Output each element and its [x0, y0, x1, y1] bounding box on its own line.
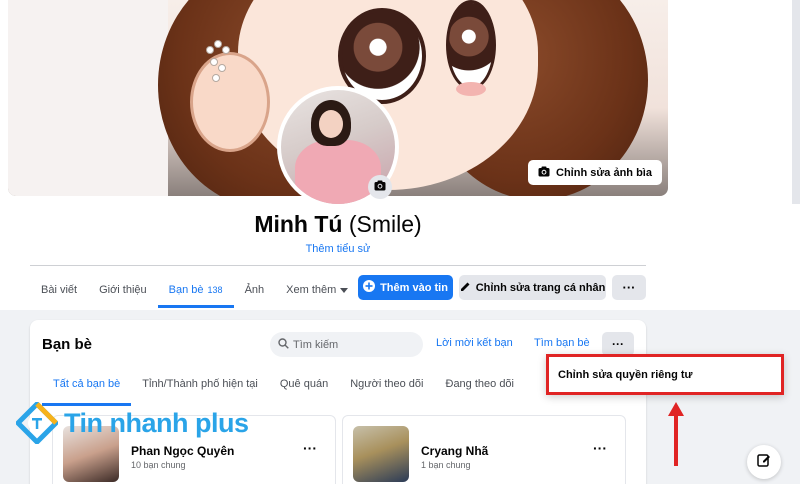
watermark: Tin nhanh plus: [14, 400, 249, 446]
caret-down-icon: [340, 284, 349, 296]
tab-friends[interactable]: Bạn bè 138: [157, 272, 234, 308]
friends-count: 138: [207, 285, 223, 295]
tab-about[interactable]: Giới thiệu: [88, 272, 158, 308]
add-bio-link[interactable]: Thêm tiểu sử: [0, 243, 676, 255]
tab-label: Giới thiệu: [99, 284, 147, 296]
tab-label: Bạn bè: [168, 284, 204, 296]
cover-illustration-eye-right: [446, 0, 496, 90]
tab-followers[interactable]: Người theo dõi: [339, 370, 434, 398]
friend-name[interactable]: Cryang Nhã: [421, 444, 488, 458]
edit-cover-button[interactable]: Chỉnh sửa ảnh bìa: [528, 160, 662, 185]
friends-more-button[interactable]: ···: [602, 332, 634, 356]
camera-icon: [538, 166, 550, 180]
friend-more-button[interactable]: ···: [303, 440, 317, 456]
tab-label: Xem thêm: [286, 284, 337, 296]
mutual-friends: 1 bạn chung: [421, 460, 471, 470]
profile-name: Minh Tú (Smile): [0, 211, 676, 238]
avatar-camera-button[interactable]: [368, 175, 392, 199]
tab-label: Ảnh: [244, 284, 265, 296]
compose-icon: [757, 453, 771, 472]
friend-requests-link[interactable]: Lời mời kết bạn: [436, 337, 513, 349]
scrollbar[interactable]: [792, 0, 800, 204]
tab-photos[interactable]: Ảnh: [234, 272, 276, 308]
profile-nickname: (Smile): [348, 211, 422, 237]
friend-more-button[interactable]: ···: [593, 440, 607, 456]
friend-card[interactable]: Cryang Nhã 1 bạn chung ···: [342, 415, 626, 484]
cover-illustration-blush: [456, 82, 486, 96]
profile-nav: Bài viết Giới thiệu Bạn bè 138 Ảnh Xem t…: [30, 272, 359, 308]
watermark-text: Tin nhanh plus: [64, 407, 249, 438]
cover-background: [8, 0, 168, 196]
friends-search[interactable]: [270, 332, 423, 357]
divider: [30, 265, 646, 266]
edit-privacy-menu-item[interactable]: Chỉnh sửa quyền riêng tư: [558, 369, 693, 381]
friend-photo[interactable]: [353, 426, 409, 482]
find-friends-link[interactable]: Tìm bạn bè: [534, 337, 590, 349]
tab-current-city[interactable]: Tỉnh/Thành phố hiện tại: [131, 370, 269, 398]
friends-tabs: Tất cả bạn bè Tỉnh/Thành phố hiện tại Qu…: [42, 370, 526, 406]
watermark-logo-icon: [14, 400, 60, 446]
edit-profile-button[interactable]: Chỉnh sửa trang cá nhân: [459, 275, 606, 300]
plus-circle-icon: [363, 280, 376, 295]
edit-cover-label: Chỉnh sửa ảnh bìa: [556, 166, 652, 179]
more-options-button[interactable]: ···: [612, 275, 646, 300]
friend-name[interactable]: Phan Ngọc Quyên: [131, 444, 234, 458]
search-input[interactable]: [293, 338, 413, 351]
tab-label: Bài viết: [41, 284, 78, 296]
add-to-story-button[interactable]: Thêm vào tin: [358, 275, 453, 300]
more-dots-icon: ···: [622, 280, 636, 295]
search-icon: [278, 336, 289, 354]
friends-title: Bạn bè: [42, 336, 93, 353]
add-to-story-label: Thêm vào tin: [380, 281, 448, 294]
camera-icon: [374, 178, 386, 196]
tab-more[interactable]: Xem thêm: [275, 272, 359, 308]
mutual-friends: 10 bạn chung: [131, 460, 186, 470]
tab-hometown[interactable]: Quê quán: [269, 370, 339, 398]
red-arrow-icon: [668, 402, 684, 466]
tab-following[interactable]: Đang theo dõi: [435, 370, 526, 398]
profile-name-text: Minh Tú: [254, 211, 343, 237]
edit-profile-label: Chỉnh sửa trang cá nhân: [475, 281, 606, 294]
cover-illustration-hairpin: [204, 40, 234, 100]
privacy-dropdown-menu: Chỉnh sửa quyền riêng tư: [546, 354, 784, 395]
new-message-button[interactable]: [747, 445, 781, 479]
tab-all-friends[interactable]: Tất cả bạn bè: [42, 370, 132, 406]
pencil-icon: [460, 281, 471, 295]
more-dots-icon: ···: [612, 337, 624, 351]
tab-posts[interactable]: Bài viết: [30, 272, 88, 308]
